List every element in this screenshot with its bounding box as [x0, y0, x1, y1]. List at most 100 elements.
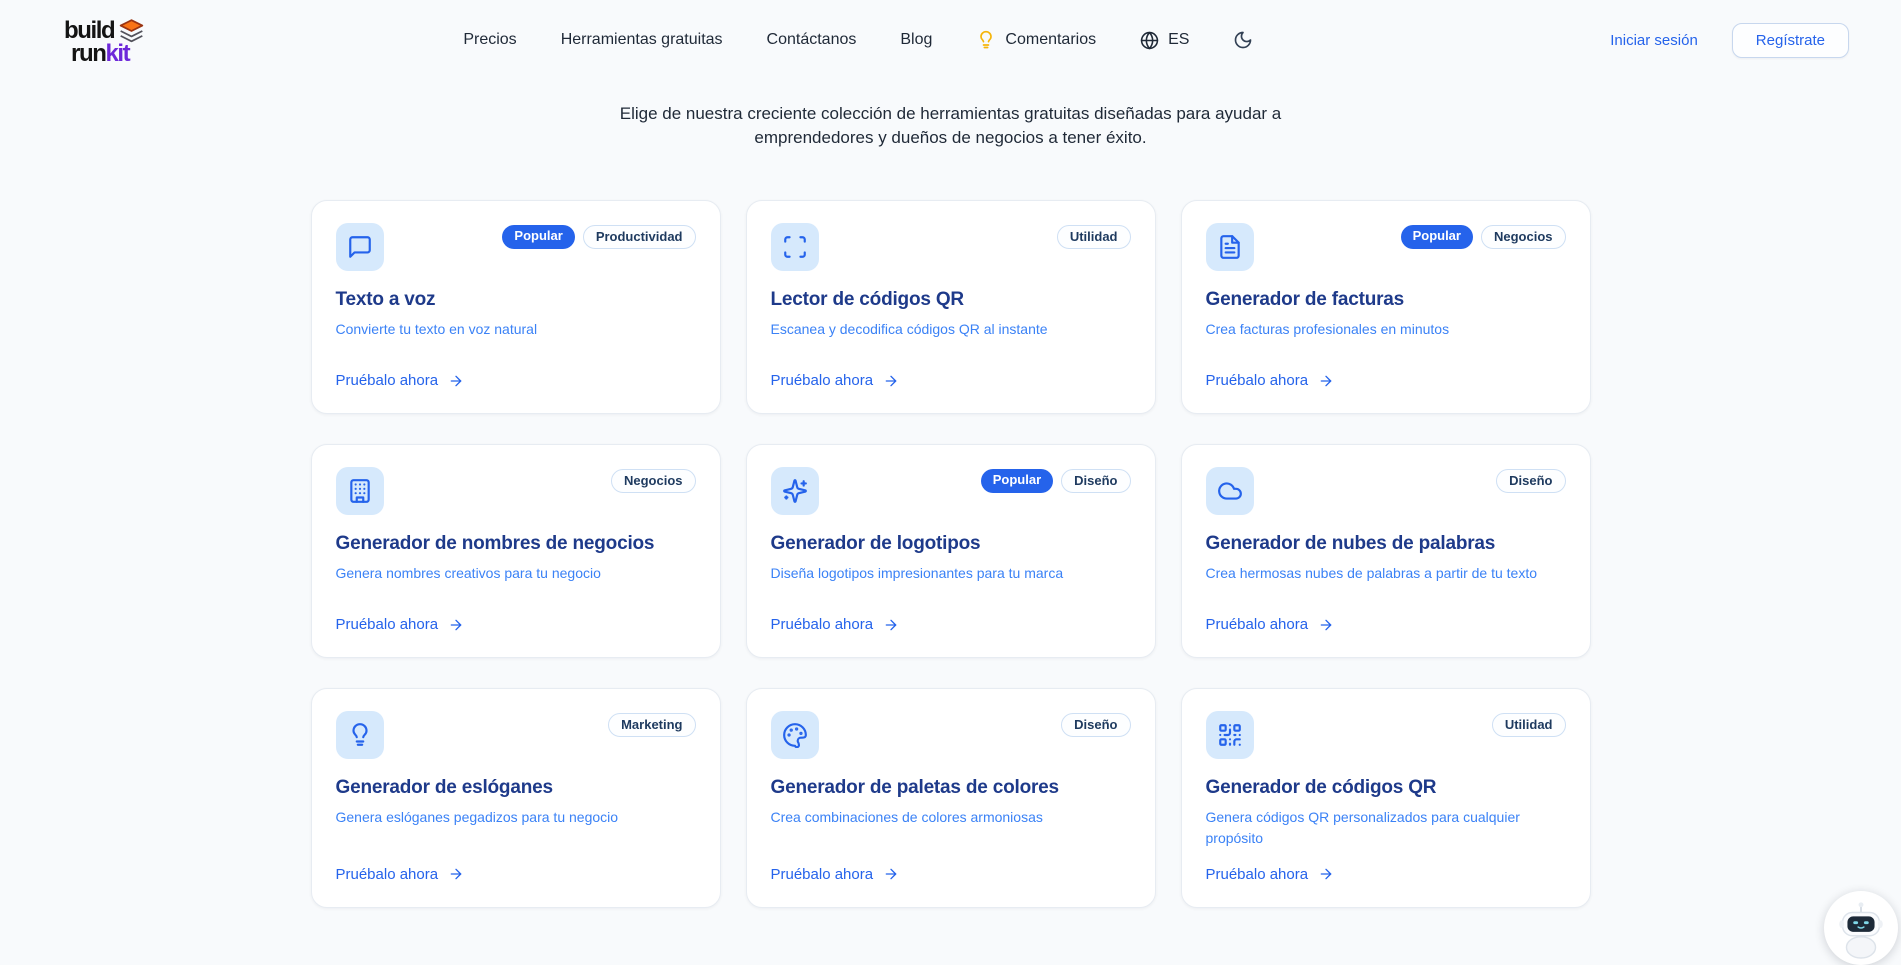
try-now-link[interactable]: Pruébalo ahora	[1206, 598, 1566, 633]
feedback-label: Comentarios	[1005, 31, 1096, 49]
tool-card-facturas: Popular Negocios Generador de facturas C…	[1181, 200, 1591, 414]
badge-category: Productividad	[583, 225, 696, 249]
tool-title: Generador de facturas	[1206, 289, 1566, 311]
tool-title: Generador de códigos QR	[1206, 777, 1566, 799]
arrow-right-icon	[448, 866, 464, 882]
arrow-right-icon	[448, 373, 464, 389]
qr-code-icon	[1206, 711, 1254, 759]
palette-icon	[771, 711, 819, 759]
login-link[interactable]: Iniciar sesión	[1610, 32, 1698, 49]
try-now-link[interactable]: Pruébalo ahora	[336, 848, 696, 883]
tool-card-logotipos: Popular Diseño Generador de logotipos Di…	[746, 444, 1156, 658]
tool-description: Crea hermosas nubes de palabras a partir…	[1206, 563, 1566, 583]
try-now-label: Pruébalo ahora	[1206, 866, 1309, 883]
scan-icon	[771, 223, 819, 271]
arrow-right-icon	[1318, 617, 1334, 633]
tool-card-esloganes: Marketing Generador de eslóganes Genera …	[311, 688, 721, 908]
chatbot-launcher[interactable]	[1824, 891, 1898, 965]
badge-popular: Popular	[502, 225, 574, 249]
tool-card-texto-a-voz: Popular Productividad Texto a voz Convie…	[311, 200, 721, 414]
try-now-label: Pruébalo ahora	[336, 372, 439, 389]
tool-title: Generador de paletas de colores	[771, 777, 1131, 799]
try-now-label: Pruébalo ahora	[336, 866, 439, 883]
try-now-link[interactable]: Pruébalo ahora	[771, 354, 1131, 389]
badge-category: Negocios	[1481, 225, 1566, 249]
sparkles-icon	[771, 467, 819, 515]
badge-category: Diseño	[1061, 713, 1130, 737]
language-selector[interactable]: ES	[1140, 31, 1189, 50]
try-now-link[interactable]: Pruébalo ahora	[336, 354, 696, 389]
tool-description: Crea facturas profesionales en minutos	[1206, 319, 1566, 339]
brand-word-run: run	[71, 40, 105, 67]
arrow-right-icon	[883, 617, 899, 633]
tool-title: Generador de eslóganes	[336, 777, 696, 799]
tools-grid: Popular Productividad Texto a voz Convie…	[311, 200, 1591, 908]
building-icon	[336, 467, 384, 515]
arrow-right-icon	[1318, 373, 1334, 389]
arrow-right-icon	[1318, 866, 1334, 882]
auth-actions: Iniciar sesión Regístrate	[1610, 23, 1849, 58]
globe-icon	[1140, 31, 1159, 50]
try-now-label: Pruébalo ahora	[1206, 372, 1309, 389]
nav-item-contactanos[interactable]: Contáctanos	[767, 31, 857, 49]
try-now-link[interactable]: Pruébalo ahora	[1206, 848, 1566, 883]
tool-title: Texto a voz	[336, 289, 696, 311]
tool-description: Crea combinaciones de colores armoniosas	[771, 807, 1131, 827]
page-subtitle: Elige de nuestra creciente colección de …	[601, 102, 1301, 150]
tool-card-nubes-palabras: Diseño Generador de nubes de palabras Cr…	[1181, 444, 1591, 658]
arrow-right-icon	[883, 373, 899, 389]
nav-item-precios[interactable]: Precios	[463, 31, 516, 49]
try-now-label: Pruébalo ahora	[771, 866, 874, 883]
try-now-link[interactable]: Pruébalo ahora	[771, 598, 1131, 633]
tool-description: Genera eslóganes pegadizos para tu negoc…	[336, 807, 696, 827]
feedback-link[interactable]: Comentarios	[976, 30, 1096, 50]
moon-icon	[1233, 30, 1253, 50]
file-text-icon	[1206, 223, 1254, 271]
signup-button[interactable]: Regístrate	[1732, 23, 1849, 58]
badge-category: Utilidad	[1492, 713, 1566, 737]
brand-word-kit: kit	[105, 40, 129, 67]
nav-item-blog[interactable]: Blog	[900, 31, 932, 49]
badge-category: Diseño	[1496, 469, 1565, 493]
main-nav: Precios Herramientas gratuitas Contáctan…	[463, 30, 1253, 50]
badge-category: Diseño	[1061, 469, 1130, 493]
tool-card-paletas-colores: Diseño Generador de paletas de colores C…	[746, 688, 1156, 908]
language-code: ES	[1168, 31, 1189, 49]
message-square-icon	[336, 223, 384, 271]
brand-logo[interactable]: build runkit	[64, 18, 145, 63]
tool-title: Generador de logotipos	[771, 533, 1131, 555]
tool-card-generador-qr: Utilidad Generador de códigos QR Genera …	[1181, 688, 1591, 908]
badge-category: Utilidad	[1057, 225, 1131, 249]
try-now-label: Pruébalo ahora	[771, 616, 874, 633]
tool-description: Convierte tu texto en voz natural	[336, 319, 696, 339]
tool-title: Lector de códigos QR	[771, 289, 1131, 311]
badge-category: Marketing	[608, 713, 695, 737]
nav-item-herramientas-gratuitas[interactable]: Herramientas gratuitas	[561, 31, 723, 49]
tool-description: Escanea y decodifica códigos QR al insta…	[771, 319, 1131, 339]
robot-icon	[1830, 897, 1892, 959]
brand-word-build: build	[64, 21, 114, 40]
try-now-link[interactable]: Pruébalo ahora	[336, 598, 696, 633]
tool-description: Genera nombres creativos para tu negocio	[336, 563, 696, 583]
arrow-right-icon	[883, 866, 899, 882]
tool-title: Generador de nombres de negocios	[336, 533, 696, 555]
tool-description: Diseña logotipos impresionantes para tu …	[771, 563, 1131, 583]
badge-popular: Popular	[1401, 225, 1473, 249]
theme-toggle-button[interactable]	[1233, 30, 1253, 50]
try-now-link[interactable]: Pruébalo ahora	[1206, 354, 1566, 389]
try-now-label: Pruébalo ahora	[336, 616, 439, 633]
tool-card-nombres-negocios: Negocios Generador de nombres de negocio…	[311, 444, 721, 658]
badge-category: Negocios	[611, 469, 696, 493]
top-nav: build runkit Precios Herramientas gratui…	[0, 0, 1901, 76]
lightbulb-icon	[336, 711, 384, 759]
arrow-right-icon	[448, 617, 464, 633]
cloud-icon	[1206, 467, 1254, 515]
tool-description: Genera códigos QR personalizados para cu…	[1206, 807, 1566, 848]
tool-card-lector-qr: Utilidad Lector de códigos QR Escanea y …	[746, 200, 1156, 414]
badge-popular: Popular	[981, 469, 1053, 493]
try-now-label: Pruébalo ahora	[1206, 616, 1309, 633]
lightbulb-icon	[976, 30, 996, 50]
try-now-link[interactable]: Pruébalo ahora	[771, 848, 1131, 883]
try-now-label: Pruébalo ahora	[771, 372, 874, 389]
tool-title: Generador de nubes de palabras	[1206, 533, 1566, 555]
